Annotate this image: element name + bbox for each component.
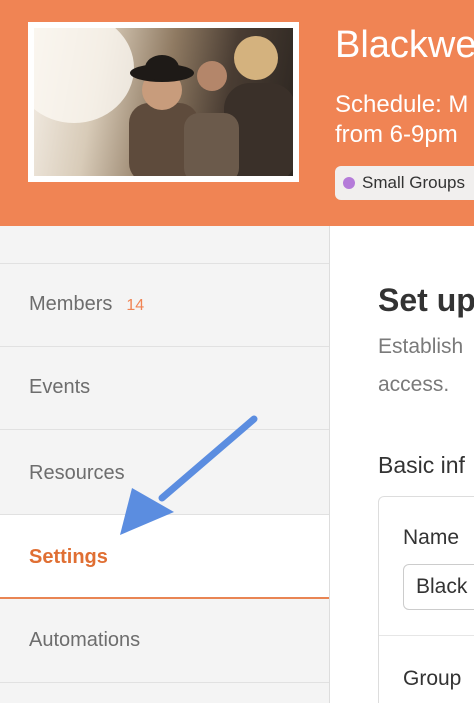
description-line-1: Establish bbox=[378, 335, 464, 358]
sidebar-item-next[interactable] bbox=[0, 682, 329, 703]
tag-color-dot-icon bbox=[343, 177, 355, 189]
schedule-line-2: from 6-9pm bbox=[335, 121, 458, 148]
sidebar-item-label: Settings bbox=[29, 546, 108, 568]
sidebar-nav: Members 14 Events Resources Settings Auto… bbox=[0, 226, 330, 703]
page-title: Set up bbox=[378, 282, 474, 318]
sidebar-item-events[interactable]: Events bbox=[0, 346, 329, 429]
group-name-input[interactable] bbox=[403, 564, 474, 610]
group-field-label: Group bbox=[403, 667, 462, 690]
sidebar-item-settings[interactable]: Settings bbox=[0, 514, 329, 599]
sidebar-item-label: Resources bbox=[29, 462, 125, 484]
page-description: Establish access. bbox=[378, 328, 474, 404]
name-field-label: Name bbox=[403, 526, 460, 549]
group-schedule: Schedule: M from 6-9pm bbox=[335, 90, 468, 150]
sidebar-item-label: Events bbox=[29, 376, 91, 398]
sidebar-item-label: Automations bbox=[29, 629, 141, 651]
sidebar-item-resources[interactable]: Resources bbox=[0, 429, 329, 514]
basic-info-heading: Basic inf bbox=[378, 452, 465, 478]
basic-info-card: Name Group bbox=[378, 496, 474, 703]
schedule-line-1: Schedule: M bbox=[335, 91, 469, 118]
group-photo-frame bbox=[28, 22, 299, 182]
settings-main-panel: Set up Establish access. Basic inf Name … bbox=[330, 226, 474, 703]
group-type-tag[interactable]: Small Groups bbox=[335, 166, 474, 200]
card-divider bbox=[379, 635, 474, 636]
sidebar-item-automations[interactable]: Automations bbox=[0, 599, 329, 682]
group-photo-people bbox=[34, 28, 293, 176]
tag-label: Small Groups bbox=[362, 173, 465, 192]
description-line-2: access. bbox=[378, 373, 450, 396]
group-title: Blackwe bbox=[335, 24, 474, 66]
sidebar-item-members[interactable]: Members 14 bbox=[0, 263, 329, 346]
group-header: Blackwe Schedule: M from 6-9pm Small Gro… bbox=[0, 0, 474, 226]
members-count-badge: 14 bbox=[126, 297, 145, 314]
group-photo bbox=[34, 28, 293, 176]
sidebar-item-label: Members 14 bbox=[29, 293, 145, 315]
